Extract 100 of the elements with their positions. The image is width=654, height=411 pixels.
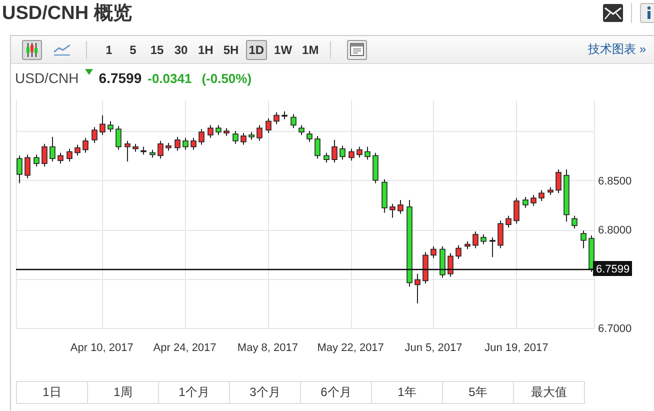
candle <box>514 198 520 224</box>
page-title: USD/CNH 概览 <box>2 2 133 26</box>
candle <box>306 130 312 142</box>
interval-button[interactable]: 1M <box>299 40 322 60</box>
candle <box>506 215 512 228</box>
candle <box>140 146 146 156</box>
candle <box>580 230 586 249</box>
interval-button[interactable]: 5H <box>220 40 242 60</box>
envelope-icon[interactable] <box>603 4 623 22</box>
candle <box>422 252 428 284</box>
candle <box>440 246 446 278</box>
symbol-label: USD/CNH <box>15 70 79 86</box>
candle <box>332 139 338 164</box>
candle <box>538 190 544 202</box>
candle <box>50 136 56 162</box>
candle <box>174 136 180 152</box>
candle <box>548 186 554 196</box>
candle <box>34 154 40 167</box>
candle <box>382 178 388 214</box>
info-icon[interactable] <box>640 3 654 23</box>
candle <box>198 128 204 146</box>
candle <box>464 240 470 250</box>
interval-button[interactable]: 5 <box>123 40 143 60</box>
candle <box>16 155 22 184</box>
ref-line-label: 6.7599 <box>596 264 630 276</box>
candle <box>290 114 296 129</box>
price-value: 6.7599 <box>98 70 142 86</box>
candle <box>108 120 114 132</box>
candle <box>266 118 272 134</box>
axis-label: Jun 19, 2017 <box>484 342 548 354</box>
candle <box>372 152 378 184</box>
layout-icon <box>350 43 364 56</box>
candle <box>324 152 330 164</box>
interval-button[interactable]: 1H <box>195 40 216 60</box>
interval-button[interactable]: 1D <box>246 40 268 60</box>
candlestick-chart-button[interactable] <box>22 40 42 60</box>
axis-label: May 22, 2017 <box>317 342 384 354</box>
candle <box>572 215 578 230</box>
candle <box>430 246 436 259</box>
candle <box>530 194 536 206</box>
candle <box>414 273 420 304</box>
candle <box>398 199 404 214</box>
interval-button[interactable]: 1W <box>271 40 296 60</box>
candle <box>356 146 362 158</box>
change-value: -0.0341 <box>148 71 192 86</box>
candle <box>74 144 80 156</box>
layout-button[interactable] <box>346 40 367 60</box>
candle <box>158 140 164 160</box>
candle <box>66 148 72 162</box>
candle <box>298 124 304 136</box>
candle <box>132 143 138 152</box>
axis-label: May 8, 2017 <box>237 342 298 354</box>
candle <box>92 126 98 144</box>
axis-label: 6.8000 <box>598 224 632 236</box>
line-chart-icon <box>54 44 70 56</box>
candle <box>182 137 188 150</box>
candle <box>82 137 88 154</box>
axis-label: 6.7000 <box>598 323 632 335</box>
candle <box>208 124 214 138</box>
candle <box>340 145 346 160</box>
candle <box>348 148 354 162</box>
candle <box>256 124 262 142</box>
candle <box>24 154 30 179</box>
candle <box>490 236 496 258</box>
technical-chart-link[interactable]: 技术图表 » <box>588 41 646 58</box>
candle <box>498 220 504 249</box>
candle <box>522 196 528 208</box>
axis-label: Apr 24, 2017 <box>153 342 216 354</box>
interval-button[interactable]: 1 <box>99 40 119 60</box>
candle <box>42 143 48 167</box>
candle <box>282 110 288 120</box>
candle <box>190 137 196 150</box>
candle <box>390 203 396 218</box>
candle <box>124 140 130 162</box>
candle <box>116 126 122 150</box>
candle <box>314 135 320 160</box>
candle <box>224 128 230 136</box>
candle <box>166 142 172 152</box>
candle <box>100 114 106 136</box>
candle <box>588 234 594 272</box>
candle <box>248 132 254 140</box>
candle <box>364 146 370 160</box>
candle <box>58 152 64 164</box>
current-price-tag: 6.7599 <box>593 261 632 276</box>
candle <box>232 130 238 144</box>
change-percent: (-0.50%) <box>202 71 252 86</box>
candle <box>564 168 570 222</box>
candle <box>150 149 156 158</box>
candlestick-icon <box>25 42 39 56</box>
interval-button[interactable]: 15 <box>147 40 167 60</box>
candle <box>448 252 454 278</box>
candle <box>456 244 462 260</box>
candle <box>216 124 222 136</box>
candle <box>556 168 562 194</box>
candle <box>472 230 478 249</box>
axis-label: Jun 5, 2017 <box>404 342 462 354</box>
candle <box>240 132 246 146</box>
axis-label: 6.8500 <box>598 175 632 188</box>
interval-button[interactable]: 30 <box>171 40 191 60</box>
candle <box>480 234 486 245</box>
